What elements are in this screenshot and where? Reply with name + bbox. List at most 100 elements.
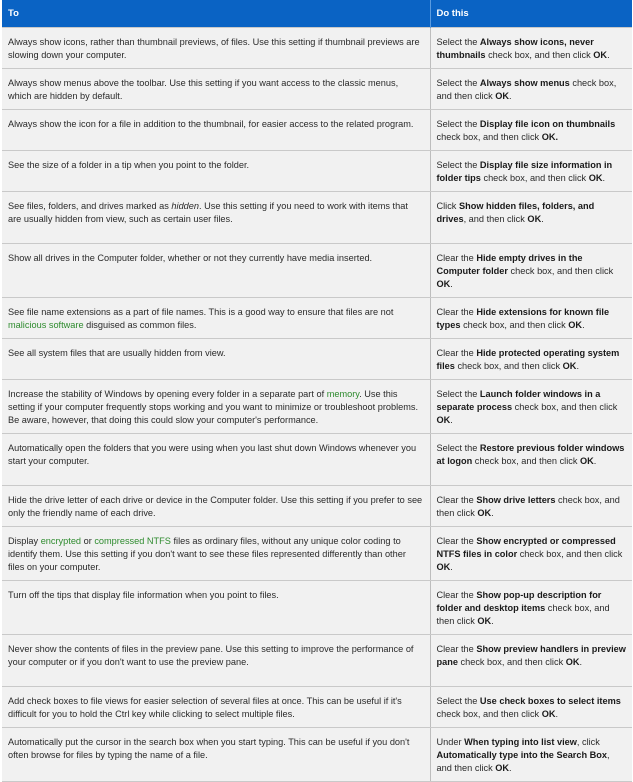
glossary-link[interactable]: encrypted	[41, 536, 81, 546]
text: check box, and then click	[436, 709, 542, 719]
emphasis-text: hidden	[171, 201, 200, 211]
table-row: Show all drives in the Computer folder, …	[2, 243, 632, 298]
text: Clear the	[436, 253, 477, 263]
text: check box, and then click	[480, 173, 589, 183]
text: Under	[436, 737, 465, 747]
cell-do-this: Under When typing into list view, click …	[430, 727, 632, 782]
text: Automatically put the cursor in the sear…	[8, 737, 410, 760]
text: Click	[436, 201, 459, 211]
glossary-link[interactable]: compressed NTFS	[94, 536, 171, 546]
bold-option-name: OK	[588, 173, 603, 183]
text: Select the	[436, 119, 480, 129]
table-row: Always show menus above the toolbar. Use…	[2, 68, 632, 110]
text: .	[491, 616, 494, 626]
text: .	[509, 91, 512, 101]
table-row: Always show the icon for a file in addit…	[2, 109, 632, 151]
text: disguised as common files.	[83, 320, 197, 330]
cell-to: See the size of a folder in a tip when y…	[2, 150, 431, 192]
text: Select the	[436, 443, 480, 453]
cell-to: Automatically open the folders that you …	[2, 433, 431, 486]
text: Never show the contents of files in the …	[8, 644, 414, 667]
text: See file name extensions as a part of fi…	[8, 307, 394, 317]
cell-do-this: Clear the Hide protected operating syste…	[430, 338, 632, 380]
text: check box, and then click	[512, 402, 618, 412]
text: check box, and then click	[454, 361, 563, 371]
text: Clear the	[436, 536, 477, 546]
text: Select the	[436, 78, 480, 88]
cell-do-this: Select the Always show icons, never thum…	[430, 27, 632, 69]
text: check box, and then click	[460, 320, 569, 330]
cell-do-this: Click Show hidden files, folders, and dr…	[430, 191, 632, 244]
table-row: See file name extensions as a part of fi…	[2, 297, 632, 339]
cell-do-this: Clear the Show pop-up description for fo…	[430, 580, 632, 635]
text: , and then click	[463, 214, 528, 224]
text: check box, and then click	[507, 266, 614, 276]
text: .	[576, 361, 579, 371]
text: .	[607, 50, 610, 60]
text: .	[602, 173, 606, 183]
bold-option-name: Automatically type into the Search Box	[436, 750, 608, 760]
cell-do-this: Select the Always show menus check box, …	[430, 68, 632, 110]
text: .	[579, 657, 583, 667]
text: .	[450, 562, 453, 572]
text: Clear the	[436, 495, 477, 505]
bold-option-name: OK	[436, 415, 451, 425]
bold-option-name: OK	[477, 508, 492, 518]
table-row: Automatically open the folders that you …	[2, 433, 632, 486]
bold-option-name: OK	[477, 616, 492, 626]
cell-do-this: Select the Display file size information…	[430, 150, 632, 192]
text: .	[555, 709, 559, 719]
cell-to: Always show menus above the toolbar. Use…	[2, 68, 431, 110]
text: Increase the stability of Windows by ope…	[8, 389, 327, 399]
text: Show all drives in the Computer folder, …	[8, 253, 373, 263]
text: check box, and then click	[485, 50, 594, 60]
text: Clear the	[436, 590, 477, 600]
table-row: Never show the contents of files in the …	[2, 634, 632, 687]
bold-option-name: Display file icon on thumbnails	[479, 119, 616, 129]
header-to: To	[2, 0, 431, 28]
table-row: Display encrypted or compressed NTFS fil…	[2, 526, 632, 581]
text: .	[593, 456, 597, 466]
text: check box, and then click	[472, 456, 580, 466]
table-body: Always show icons, rather than thumbnail…	[2, 27, 632, 782]
text: Clear the	[436, 348, 477, 358]
bold-option-name: OK	[580, 456, 594, 466]
cell-to: Hide the drive letter of each drive or d…	[2, 485, 431, 527]
glossary-link[interactable]: memory	[327, 389, 360, 399]
cell-do-this: Select the Use check boxes to select ite…	[430, 686, 632, 728]
table-row: Hide the drive letter of each drive or d…	[2, 485, 632, 527]
bold-option-name: OK	[593, 50, 608, 60]
bold-option-name: OK	[436, 562, 451, 572]
cell-do-this: Clear the Show encrypted or compressed N…	[430, 526, 632, 581]
cell-to: See all system files that are usually hi…	[2, 338, 431, 380]
text: Turn off the tips that display file info…	[8, 590, 279, 600]
bold-option-name: Always show menus	[479, 78, 570, 88]
text: check box, and then click	[457, 657, 566, 667]
cell-to: Add check boxes to file views for easier…	[2, 686, 431, 728]
cell-to: Always show icons, rather than thumbnail…	[2, 27, 431, 69]
text: See files, folders, and drives marked as	[8, 201, 172, 211]
glossary-link[interactable]: malicious software	[8, 320, 84, 330]
text: .	[509, 763, 512, 773]
cell-to: Increase the stability of Windows by ope…	[2, 379, 431, 434]
cell-do-this: Clear the Hide empty drives in the Compu…	[430, 243, 632, 298]
header-do-this: Do this	[430, 0, 632, 28]
text: or	[81, 536, 95, 546]
table-row: Automatically put the cursor in the sear…	[2, 727, 632, 782]
text: Add check boxes to file views for easier…	[8, 696, 402, 719]
text: Automatically open the folders that you …	[8, 443, 417, 466]
text: Display	[8, 536, 41, 546]
table-row: Turn off the tips that display file info…	[2, 580, 632, 635]
text: check box, and then click	[517, 549, 623, 559]
text: , click	[576, 737, 600, 747]
bold-option-name: Show drive letters	[476, 495, 556, 505]
cell-to: See file name extensions as a part of fi…	[2, 297, 431, 339]
text: Clear the	[436, 644, 477, 654]
bold-option-name: OK	[562, 361, 577, 371]
table-row: Increase the stability of Windows by ope…	[2, 379, 632, 434]
cell-to: Show all drives in the Computer folder, …	[2, 243, 431, 298]
cell-to: Display encrypted or compressed NTFS fil…	[2, 526, 431, 581]
cell-do-this: Clear the Show preview handlers in previ…	[430, 634, 632, 687]
text: Always show menus above the toolbar. Use…	[8, 78, 399, 101]
cell-do-this: Clear the Hide extensions for known file…	[430, 297, 632, 339]
